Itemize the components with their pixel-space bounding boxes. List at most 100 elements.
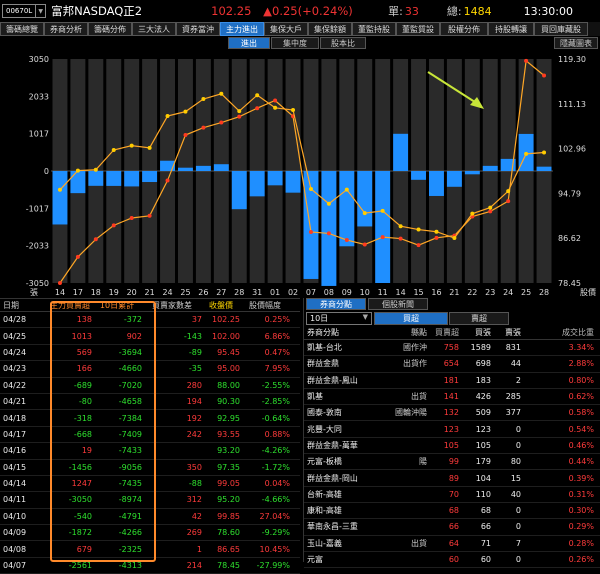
bar — [52, 171, 68, 225]
broker-buy: 426 — [475, 392, 491, 402]
cell-buy-sell-diff: 192 — [186, 413, 202, 423]
table-row[interactable]: 04/11 -3050 -8974 312 95.20 -4.66% — [0, 492, 300, 509]
cell-10d: -3694 — [118, 347, 142, 357]
cell-net: 19 — [81, 446, 92, 456]
tab-6[interactable]: 集保大戶 — [264, 22, 308, 36]
broker-row[interactable]: 康和-高雄 68 68 0 0.30% — [304, 503, 600, 520]
tab-3[interactable]: 三大法人 — [132, 22, 176, 36]
bh-net: 買賣超 — [435, 328, 459, 337]
x-tick: 02 — [288, 288, 298, 297]
table-row[interactable]: 04/25 1013 902 -143 102.00 6.86% — [0, 328, 300, 345]
price-point — [398, 224, 403, 229]
cumulative-point — [255, 106, 260, 111]
table-row[interactable]: 04/09 -1872 -4266 269 78.60 -9.29% — [0, 525, 300, 542]
cumulative-point — [488, 209, 493, 214]
cumulative-point — [524, 58, 529, 63]
tab-0[interactable]: 籌碼總覽 — [0, 22, 44, 36]
broker-row[interactable]: 兆豐-大同 123 123 0 0.54% — [304, 421, 600, 438]
tab-2[interactable]: 籌碼分佈 — [88, 22, 132, 36]
cell-change: -0.64% — [261, 413, 290, 423]
subtab-in-out[interactable]: 進出 — [228, 37, 270, 49]
broker-row[interactable]: 群益金鼎-岡山 89 104 15 0.39% — [304, 470, 600, 487]
cell-change: -4.26% — [261, 446, 290, 456]
broker-row[interactable]: 元富-板橋 陽 99 179 80 0.44% — [304, 454, 600, 471]
cumulative-point — [237, 114, 242, 119]
tab-8[interactable]: 董監持股 — [352, 22, 396, 36]
broker-row[interactable]: 群益金鼎 出貨作 654 698 44 2.88% — [304, 356, 600, 373]
stock-code-box[interactable]: 00670L — [2, 4, 37, 18]
broker-row[interactable]: 元富 60 60 0 0.26% — [304, 552, 600, 569]
tab-4[interactable]: 資券當沖 — [176, 22, 220, 36]
broker-row[interactable]: 華南永昌-三重 66 66 0 0.29% — [304, 519, 600, 536]
broker-row[interactable]: 凱基 出貨 141 426 285 0.62% — [304, 389, 600, 406]
table-row[interactable]: 04/14 1247 -7435 -88 99.05 0.04% — [0, 476, 300, 493]
broker-name: 群益金鼎-萬華 — [307, 440, 358, 450]
broker-pct: 0.30% — [568, 506, 594, 516]
total-volume: 1484 — [463, 4, 492, 18]
y-left-tick: 3050 — [29, 55, 49, 64]
cell-10d: -2325 — [118, 544, 142, 554]
table-row[interactable]: 04/10 -540 -4791 42 99.85 27.04% — [0, 509, 300, 526]
tab-broker-branches[interactable]: 券商分點 — [306, 298, 366, 310]
tab-11[interactable]: 持股轉讓 — [488, 22, 534, 36]
table-row[interactable]: 04/08 679 -2325 1 86.65 10.45% — [0, 541, 300, 558]
broker-pct: 0.58% — [568, 408, 594, 418]
table-row[interactable]: 04/21 -80 -4658 194 90.30 -2.85% — [0, 394, 300, 411]
period-select[interactable]: 10日 ▼ — [306, 312, 372, 325]
bar — [195, 165, 211, 171]
x-tick: 14 — [396, 288, 406, 297]
tab-stock-news[interactable]: 個股新聞 — [368, 298, 428, 310]
cumulative-point — [506, 199, 511, 204]
cell-date: 04/11 — [3, 495, 27, 505]
cell-date: 04/08 — [3, 544, 27, 554]
table-row[interactable]: 04/24 569 -3694 -89 95.45 0.47% — [0, 345, 300, 362]
table-row[interactable]: 04/22 -689 -7020 280 88.00 -2.55% — [0, 378, 300, 394]
cell-buy-sell-diff: 194 — [186, 397, 202, 407]
broker-row[interactable]: 玉山-嘉義 出貨 64 71 7 0.28% — [304, 536, 600, 552]
broker-row[interactable]: 凱基-台北 國作沖 758 1589 831 3.34% — [304, 340, 600, 357]
table-row[interactable]: 04/15 -1456 -9056 350 97.35 -1.72% — [0, 460, 300, 476]
broker-sell: 44 — [510, 359, 521, 369]
table-row[interactable]: 04/07 -2561 -4313 214 78.45 -27.99% — [0, 558, 300, 574]
tab-12[interactable]: 買回庫藏股 — [534, 22, 588, 36]
buy-over-button[interactable]: 買超 — [374, 312, 448, 325]
tab-7[interactable]: 集保餘額 — [308, 22, 352, 36]
table-row[interactable]: 04/18 -318 -7384 192 92.95 -0.64% — [0, 410, 300, 427]
table-row[interactable]: 04/17 -668 -7409 242 93.55 0.88% — [0, 427, 300, 444]
subtab-capital-ratio[interactable]: 股本比 — [320, 37, 366, 49]
sell-over-button[interactable]: 賣超 — [449, 312, 509, 325]
table-row[interactable]: 04/23 166 -4660 -35 95.00 7.95% — [0, 361, 300, 378]
cell-change: 0.25% — [264, 315, 290, 325]
broker-row[interactable]: 群益金鼎-鳳山 181 183 2 0.80% — [304, 373, 600, 389]
cumulative-point — [273, 98, 278, 103]
broker-row[interactable]: 國泰-敦南 國輪沖陽 132 509 377 0.58% — [304, 405, 600, 422]
subtab-concentration[interactable]: 集中度 — [271, 37, 319, 49]
tab-9[interactable]: 董監質設 — [396, 22, 440, 36]
price-point — [344, 187, 349, 192]
chevron-down-icon[interactable]: ▼ — [36, 4, 47, 18]
y-left-tick: 2033 — [29, 92, 49, 101]
broker-row[interactable]: 台新-高雄 70 110 40 0.31% — [304, 487, 600, 503]
cell-10d: -372 — [123, 315, 142, 325]
cell-close: 102.00 — [212, 331, 240, 341]
broker-pct: 0.44% — [568, 457, 594, 467]
cell-10d: -4658 — [118, 397, 142, 407]
broker-net: 654 — [443, 359, 459, 369]
cumulative-point — [93, 237, 98, 242]
tab-10[interactable]: 股權分佈 — [440, 22, 488, 36]
x-start-label: 張 — [30, 288, 38, 297]
table-row[interactable]: 04/16 19 -7433 93.20 -4.26% — [0, 443, 300, 460]
y-right-tick: 94.79 — [558, 189, 581, 198]
hide-chart-button[interactable]: 隱藏圖表 — [554, 37, 598, 49]
broker-buy: 179 — [475, 457, 491, 467]
tab-1[interactable]: 券商分析 — [44, 22, 88, 36]
bar — [249, 171, 265, 197]
broker-net: 60 — [448, 555, 459, 564]
table-row[interactable]: 04/28 138 -372 37 102.25 0.25% — [0, 312, 300, 329]
broker-net: 132 — [443, 408, 459, 418]
broker-row[interactable]: 群益金鼎-萬華 105 105 0 0.46% — [304, 438, 600, 455]
broker-net: 68 — [448, 506, 459, 516]
broker-net: 181 — [443, 375, 459, 385]
tab-5[interactable]: 主力進出 — [220, 22, 264, 36]
broker-buy: 104 — [475, 473, 491, 483]
